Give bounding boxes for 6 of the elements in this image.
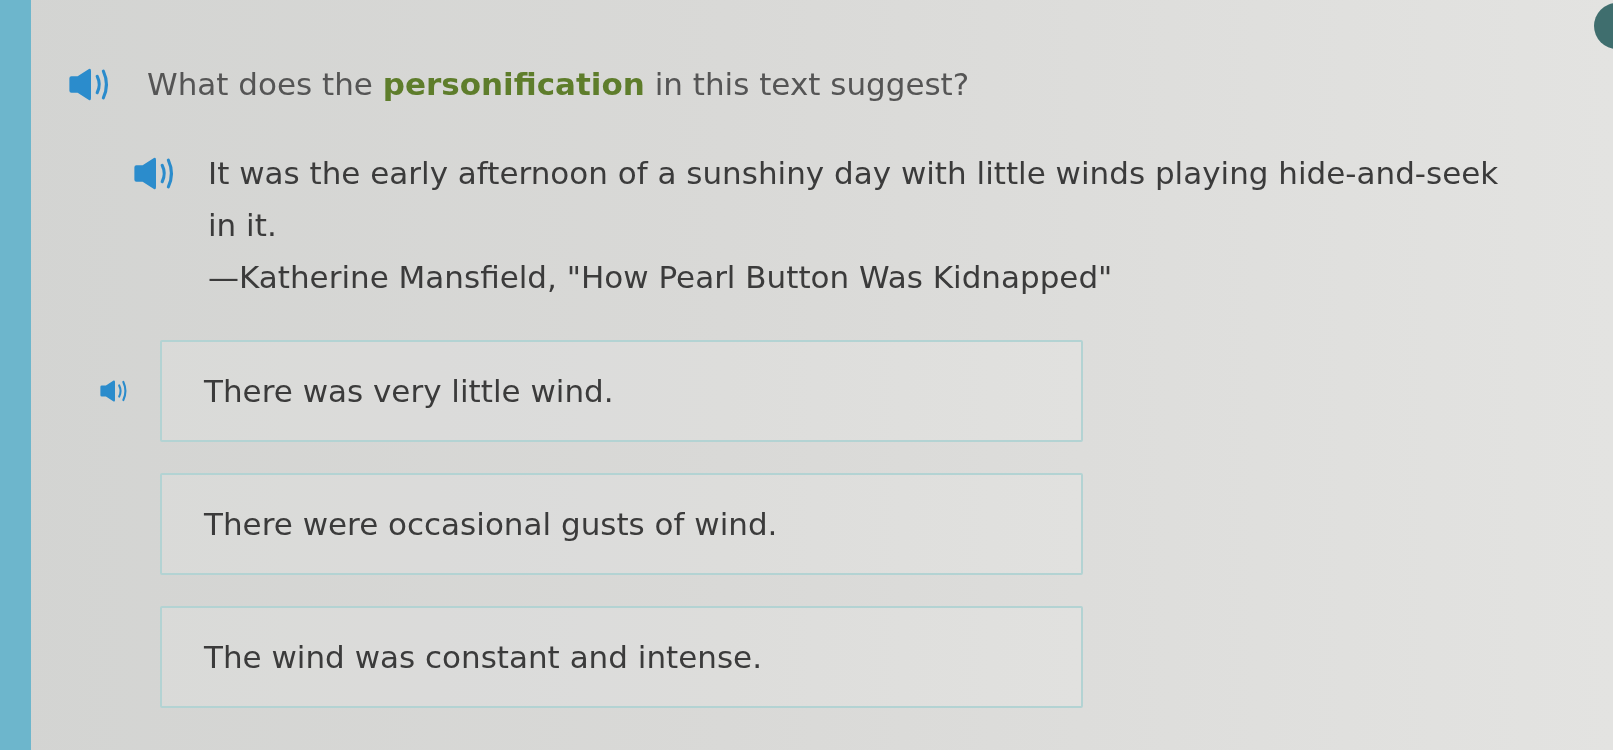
answer-choice[interactable]: There was very little wind.	[160, 340, 1083, 442]
passage-attribution: —Katherine Mansfield, "How Pearl Button Was Kidnapped"	[208, 258, 1114, 297]
answer-choice[interactable]: The wind was constant and intense.	[160, 606, 1083, 708]
question-text: What does the personification in this text suggest?	[147, 66, 970, 102]
passage-text: It was the early afternoon of a sunshiny day with little winds playing hide-and-seek in it.	[208, 154, 1500, 245]
answer-choice[interactable]: There were occasional gusts of wind.	[160, 473, 1083, 575]
